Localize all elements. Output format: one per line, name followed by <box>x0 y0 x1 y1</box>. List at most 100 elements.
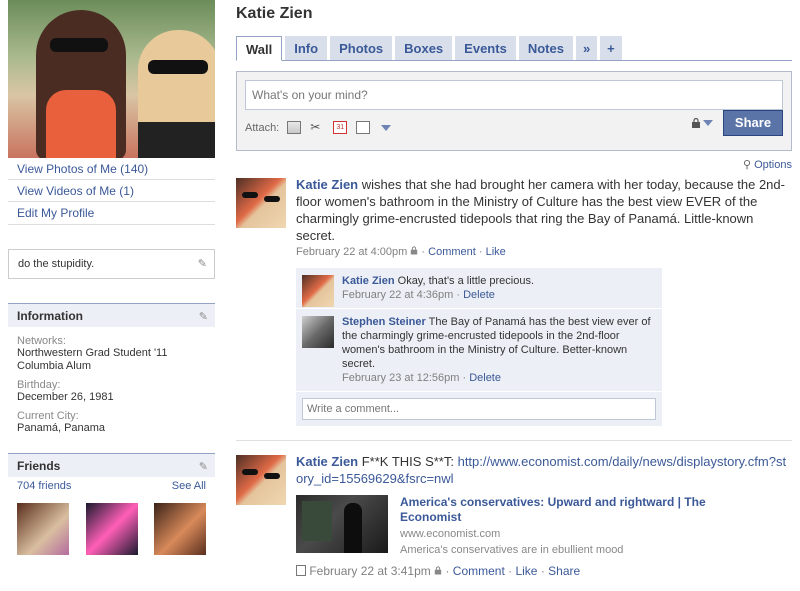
comment-text: Okay, that's a little precious. <box>394 275 535 287</box>
share-link[interactable]: Share <box>548 564 580 578</box>
comment-item: Stephen Steiner The Bay of Panamá has th… <box>296 309 662 392</box>
friends-title: Friends <box>17 459 61 473</box>
story-actor[interactable]: Katie Zien <box>296 177 358 192</box>
event-icon[interactable]: 31 <box>333 121 348 134</box>
profile-tabs: Wall Info Photos Boxes Events Notes » + <box>236 36 792 61</box>
tab-photos[interactable]: Photos <box>330 36 393 60</box>
avatar[interactable] <box>302 275 334 307</box>
pencil-icon[interactable]: ✎ <box>199 310 208 323</box>
main-column: Katie Zien Wall Info Photos Boxes Events… <box>236 0 792 578</box>
share-button[interactable]: Share <box>723 110 783 136</box>
person-right <box>138 30 215 158</box>
friends-heading: Friends ✎ <box>8 453 215 477</box>
delete-link[interactable]: Delete <box>463 289 495 301</box>
friends-bar: 704 friends See All <box>8 477 215 495</box>
story-actor[interactable]: Katie Zien <box>296 454 358 469</box>
publisher: What's on your mind? Attach: ✂ 31 Share <box>236 71 792 151</box>
sunglasses-icon <box>50 38 108 52</box>
attach-label: Attach: <box>245 121 280 134</box>
like-link[interactable]: Like <box>515 564 537 578</box>
avatar[interactable] <box>236 455 286 505</box>
network-item: Columbia Alum <box>17 360 91 372</box>
view-videos-link[interactable]: View Videos of Me (1) <box>8 180 215 202</box>
attachment-caption: America's conservatives are in ebullient… <box>400 544 624 556</box>
network-item: Northwestern Grad Student '11 <box>17 347 168 359</box>
status-text: do the stupidity. <box>18 258 95 270</box>
tab-boxes[interactable]: Boxes <box>395 36 453 60</box>
photo-icon[interactable] <box>287 121 302 134</box>
chevron-down-icon <box>703 120 713 126</box>
birthday-value: December 26, 1981 <box>17 391 114 403</box>
comment-link[interactable]: Comment <box>428 246 476 258</box>
friend-thumbnail[interactable] <box>154 503 206 555</box>
link-icon[interactable] <box>356 121 371 134</box>
story-time[interactable]: February 22 at 4:00pm <box>296 246 407 258</box>
delete-link[interactable]: Delete <box>469 372 501 384</box>
tab-add[interactable]: + <box>600 36 622 60</box>
attachment-info: America's conservatives: Upward and righ… <box>388 495 748 556</box>
tab-notes[interactable]: Notes <box>518 36 573 60</box>
story-text: Katie Zien F**K THIS S**T: http://www.ec… <box>296 453 792 487</box>
tab-events[interactable]: Events <box>455 36 516 60</box>
friend-thumbnails <box>8 495 215 555</box>
information-box: Information ✎ Networks: Northwestern Gra… <box>8 303 215 441</box>
tab-info[interactable]: Info <box>285 36 328 60</box>
pencil-icon[interactable]: ✎ <box>199 460 208 473</box>
attachment-thumbnail[interactable] <box>296 495 388 553</box>
privacy-selector[interactable] <box>691 117 713 128</box>
video-icon[interactable]: ✂ <box>310 121 324 134</box>
edit-profile-link[interactable]: Edit My Profile <box>8 202 215 224</box>
avatar[interactable] <box>236 178 286 228</box>
birthday-label: Birthday: <box>17 379 61 391</box>
profile-picture[interactable] <box>8 0 215 158</box>
friends-count-link[interactable]: 704 friends <box>17 480 71 492</box>
options-label: Options <box>754 159 792 171</box>
comment-input[interactable]: Write a comment... <box>302 398 656 420</box>
story-meta: February 22 at 3:41pm · Comment · Like ·… <box>296 564 792 578</box>
comment-time: February 23 at 12:56pm <box>342 372 460 384</box>
wall-story: Katie Zien F**K THIS S**T: http://www.ec… <box>236 453 792 578</box>
see-all-link[interactable]: See All <box>172 480 206 492</box>
options-link[interactable]: ⚲ Options <box>236 158 792 174</box>
friends-box: Friends ✎ 704 friends See All <box>8 453 215 555</box>
information-heading: Information ✎ <box>8 303 215 327</box>
chevron-down-icon[interactable] <box>381 124 392 131</box>
magnifier-icon: ⚲ <box>742 159 752 171</box>
comments-list: Katie Zien Okay, that's a little preciou… <box>296 268 662 426</box>
pencil-icon[interactable]: ✎ <box>198 257 207 270</box>
city-value: Panamá, Panama <box>17 422 106 434</box>
comment-author[interactable]: Katie Zien <box>342 275 395 287</box>
sunglasses-icon <box>148 60 208 74</box>
wall-story: Katie Zien wishes that she had brought h… <box>236 176 792 426</box>
person-left <box>36 10 126 158</box>
comment-item: Katie Zien Okay, that's a little preciou… <box>296 268 662 309</box>
story-body: wishes that she had brought her camera w… <box>296 177 785 243</box>
story-time[interactable]: February 22 at 3:41pm <box>309 564 430 578</box>
status-input[interactable]: What's on your mind? <box>245 80 783 110</box>
lock-icon <box>434 564 445 578</box>
story-divider <box>236 440 792 441</box>
status-box: do the stupidity. ✎ <box>8 249 215 279</box>
friend-thumbnail[interactable] <box>17 503 69 555</box>
tab-wall[interactable]: Wall <box>236 36 283 61</box>
comment-meta: February 23 at 12:56pm · Delete <box>342 372 501 384</box>
link-attachment: America's conservatives: Upward and righ… <box>296 495 792 556</box>
story-meta: February 22 at 4:00pm · Comment · Like <box>296 246 506 258</box>
story-body: F**K THIS S**T: <box>358 454 458 469</box>
comment-time: February 22 at 4:36pm <box>342 289 454 301</box>
comment-meta: February 22 at 4:36pm · Delete <box>342 289 495 301</box>
note-icon <box>296 565 306 576</box>
networks-label: Networks: <box>17 335 66 347</box>
profile-name: Katie Zien <box>236 5 313 22</box>
tab-more[interactable]: » <box>575 36 598 60</box>
attachment-title[interactable]: America's conservatives: Upward and righ… <box>400 495 748 525</box>
information-title: Information <box>17 309 83 323</box>
view-photos-link[interactable]: View Photos of Me (140) <box>8 158 215 180</box>
comment-author[interactable]: Stephen Steiner <box>342 316 426 328</box>
like-link[interactable]: Like <box>486 246 506 258</box>
avatar[interactable] <box>302 316 334 348</box>
lock-icon <box>410 246 421 258</box>
information-body: Networks: Northwestern Grad Student '11 … <box>8 327 215 441</box>
comment-link[interactable]: Comment <box>453 564 505 578</box>
friend-thumbnail[interactable] <box>85 503 138 555</box>
